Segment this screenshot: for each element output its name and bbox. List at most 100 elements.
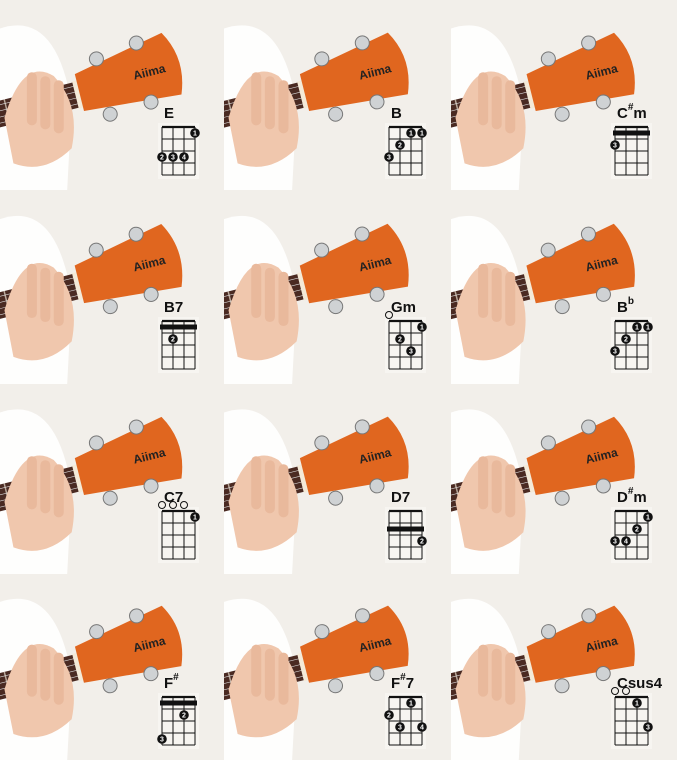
finger <box>278 271 289 327</box>
chord-name: D#m <box>617 487 647 506</box>
finger-number: 4 <box>420 725 424 732</box>
finger-number: 2 <box>624 337 628 344</box>
chord-tile: Aiima 3 C#m <box>451 0 677 190</box>
chord-name: B <box>391 106 402 121</box>
chord-tile: Aiima 1 2 3 Gm <box>224 190 451 384</box>
chord-root: G <box>391 299 403 316</box>
chord-tile: Aiima 2 D7 <box>224 384 451 574</box>
finger <box>478 263 489 319</box>
finger-number: 3 <box>646 725 650 732</box>
chord-name: Gm <box>391 300 416 315</box>
finger <box>505 271 516 327</box>
chord-quality: m <box>633 489 647 506</box>
finger-number: 1 <box>409 131 413 138</box>
finger-number: 1 <box>646 325 650 332</box>
chord-name: D7 <box>391 490 410 505</box>
chord-name: Csus4 <box>617 676 662 691</box>
chord-root: F <box>164 675 174 692</box>
finger <box>251 263 262 319</box>
chord-diagram: 1 123 <box>384 123 427 179</box>
chord-tile: Aiima 1 1 2 3 B <box>224 0 451 190</box>
chord-accidental: # <box>400 672 406 683</box>
finger-number: 3 <box>613 539 617 546</box>
finger-number: 1 <box>635 325 639 332</box>
chord-tile: Aiima 2 3 F# <box>0 574 224 760</box>
chord-accidental: # <box>173 672 179 683</box>
chord-diagram: 1 23 <box>385 311 427 373</box>
chord-quality: 7 <box>174 489 184 506</box>
finger-number: 2 <box>635 527 639 534</box>
chord-diagram: 23 <box>157 693 199 749</box>
chord-name: E <box>164 106 174 121</box>
chord-diagram: 1 <box>158 501 200 563</box>
chord-diagram: 1234 <box>157 123 200 179</box>
tile-photo: Aiima1234 <box>224 574 451 760</box>
chord-root: B <box>617 299 628 316</box>
finger-number: 3 <box>398 725 402 732</box>
finger <box>264 76 275 130</box>
tile-photo: Aiima13 <box>451 574 677 760</box>
chord-name: F#7 <box>391 673 414 692</box>
tile-photo: Aiima2 <box>224 384 451 574</box>
finger <box>491 267 502 323</box>
finger <box>278 80 289 134</box>
finger <box>53 80 64 134</box>
finger-number: 3 <box>613 143 617 150</box>
finger <box>26 72 37 126</box>
finger <box>53 464 64 518</box>
finger <box>26 456 37 510</box>
finger-number: 1 <box>409 701 413 708</box>
finger-number: 2 <box>182 713 186 720</box>
finger <box>505 464 516 518</box>
tile-photo: Aiima1 <box>0 384 224 574</box>
finger-number: 2 <box>398 337 402 344</box>
finger-number: 3 <box>409 349 413 356</box>
finger-number: 1 <box>193 131 197 138</box>
finger-number: 1 <box>646 515 650 522</box>
chord-root: C <box>617 675 628 692</box>
tile-photo: Aiima23 <box>0 574 224 760</box>
chord-root: C <box>164 489 175 506</box>
finger <box>264 648 275 701</box>
finger <box>53 271 64 327</box>
tile-photo: Aiima1234 <box>451 384 677 574</box>
barre <box>613 130 650 136</box>
chord-diagram: 3 <box>610 123 652 179</box>
chord-name: Bb <box>617 297 634 316</box>
chord-quality: 7 <box>174 299 184 316</box>
chord-tile: Aiima 1 2 3 4 F#7 <box>224 574 451 760</box>
chord-quality: m <box>402 299 417 316</box>
chord-root: E <box>164 105 175 122</box>
chord-name: C#m <box>617 103 647 122</box>
finger <box>40 648 51 701</box>
finger <box>278 464 289 518</box>
finger-number: 3 <box>160 737 164 744</box>
chord-chart-grid: Aiima 1 2 3 4 E Aiima 1 1 2 3 B Aiima 3 C#m Aiima 2 B7 Aii… <box>0 0 677 760</box>
finger <box>26 263 37 319</box>
barre <box>160 700 197 706</box>
finger-number: 3 <box>171 155 175 162</box>
finger <box>40 76 51 130</box>
finger-number: 1 <box>193 515 197 522</box>
chord-tile: Aiima 1 C7 <box>0 384 224 574</box>
finger <box>264 460 275 514</box>
chord-name: F# <box>164 673 179 692</box>
finger <box>478 72 489 126</box>
barre <box>160 324 197 330</box>
finger <box>491 648 502 701</box>
finger <box>53 652 64 705</box>
finger-number: 3 <box>613 349 617 356</box>
finger-number: 4 <box>182 155 186 162</box>
chord-diagram: 1 123 <box>610 317 653 373</box>
tile-photo: Aiima1 123 <box>451 190 677 384</box>
finger-number: 2 <box>171 337 175 344</box>
chord-tile: Aiima 1 2 3 4 E <box>0 0 224 190</box>
chord-tile: Aiima 1 3 Csus4 <box>451 574 677 760</box>
finger <box>251 644 262 697</box>
finger <box>251 72 262 126</box>
finger-number: 1 <box>420 325 424 332</box>
chord-diagram: 2 <box>385 507 427 563</box>
chord-diagram: 1234 <box>610 507 653 563</box>
chord-quality: m <box>633 105 647 122</box>
chord-tile: Aiima 1 2 3 4 D#m <box>451 384 677 574</box>
